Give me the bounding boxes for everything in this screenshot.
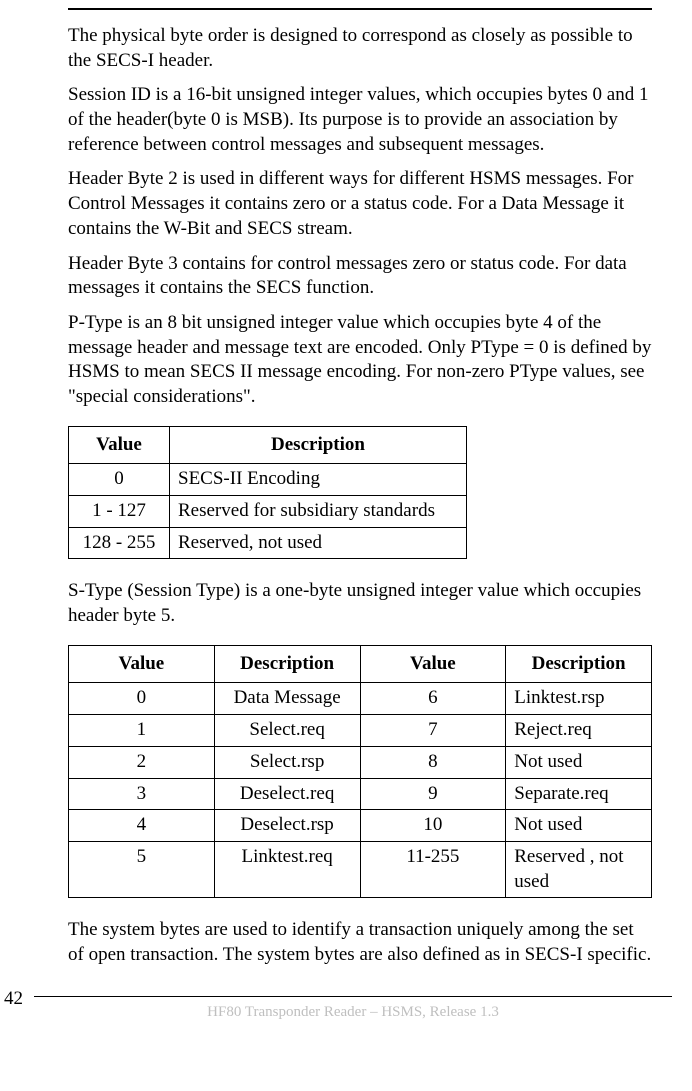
cell: Select.rsp [214,746,360,778]
table-row: 5 Linktest.req 11-255 Reserved , not use… [69,841,652,897]
cell: 3 [69,778,215,810]
cell: Linktest.req [214,841,360,897]
footer-text: HF80 Transponder Reader – HSMS, Release … [34,1003,672,1023]
cell: Reject.req [506,715,652,747]
col-header: Value [69,426,170,464]
cell: 1 [69,715,215,747]
cell: 7 [360,715,506,747]
cell: Select.req [214,715,360,747]
table-row: 0 Data Message 6 Linktest.rsp [69,683,652,715]
cell: Reserved , not used [506,841,652,897]
paragraph: Session ID is a 16-bit unsigned integer … [68,83,652,157]
cell: 11-255 [360,841,506,897]
paragraph: Header Byte 2 is used in different ways … [68,167,652,241]
cell: Deselect.rsp [214,810,360,842]
cell: 2 [69,746,215,778]
table-header-row: Value Description [69,426,467,464]
paragraph: The system bytes are used to identify a … [68,918,652,967]
cell: Linktest.rsp [506,683,652,715]
cell: Not used [506,810,652,842]
table-row: 0 SECS-II Encoding [69,464,467,496]
col-header: Description [214,645,360,683]
cell: Not used [506,746,652,778]
table-row: 4 Deselect.rsp 10 Not used [69,810,652,842]
cell: 0 [69,464,170,496]
page-footer: 42 HF80 Transponder Reader – HSMS, Relea… [34,996,672,1027]
page-content: The physical byte order is designed to c… [68,8,652,968]
table-row: 3 Deselect.req 9 Separate.req [69,778,652,810]
col-header: Description [506,645,652,683]
table-header-row: Value Description Value Description [69,645,652,683]
cell: 128 - 255 [69,527,170,559]
cell: Data Message [214,683,360,715]
cell: 10 [360,810,506,842]
cell: 1 - 127 [69,496,170,528]
ptype-table: Value Description 0 SECS-II Encoding 1 -… [68,426,467,560]
cell: Separate.req [506,778,652,810]
cell: 6 [360,683,506,715]
col-header: Value [360,645,506,683]
cell: 5 [69,841,215,897]
cell: 8 [360,746,506,778]
page-number: 42 [4,987,29,1012]
cell: SECS-II Encoding [170,464,467,496]
col-header: Description [170,426,467,464]
cell: Deselect.req [214,778,360,810]
paragraph: Header Byte 3 contains for control messa… [68,252,652,301]
cell: Reserved for subsidiary standards [170,496,467,528]
cell: Reserved, not used [170,527,467,559]
table-row: 1 - 127 Reserved for subsidiary standard… [69,496,467,528]
cell: 4 [69,810,215,842]
cell: 9 [360,778,506,810]
paragraph: S-Type (Session Type) is a one-byte unsi… [68,579,652,628]
paragraph: The physical byte order is designed to c… [68,24,652,73]
stype-table: Value Description Value Description 0 Da… [68,645,652,899]
col-header: Value [69,645,215,683]
paragraph: P-Type is an 8 bit unsigned integer valu… [68,311,652,410]
table-row: 128 - 255 Reserved, not used [69,527,467,559]
table-row: 1 Select.req 7 Reject.req [69,715,652,747]
cell: 0 [69,683,215,715]
table-row: 2 Select.rsp 8 Not used [69,746,652,778]
